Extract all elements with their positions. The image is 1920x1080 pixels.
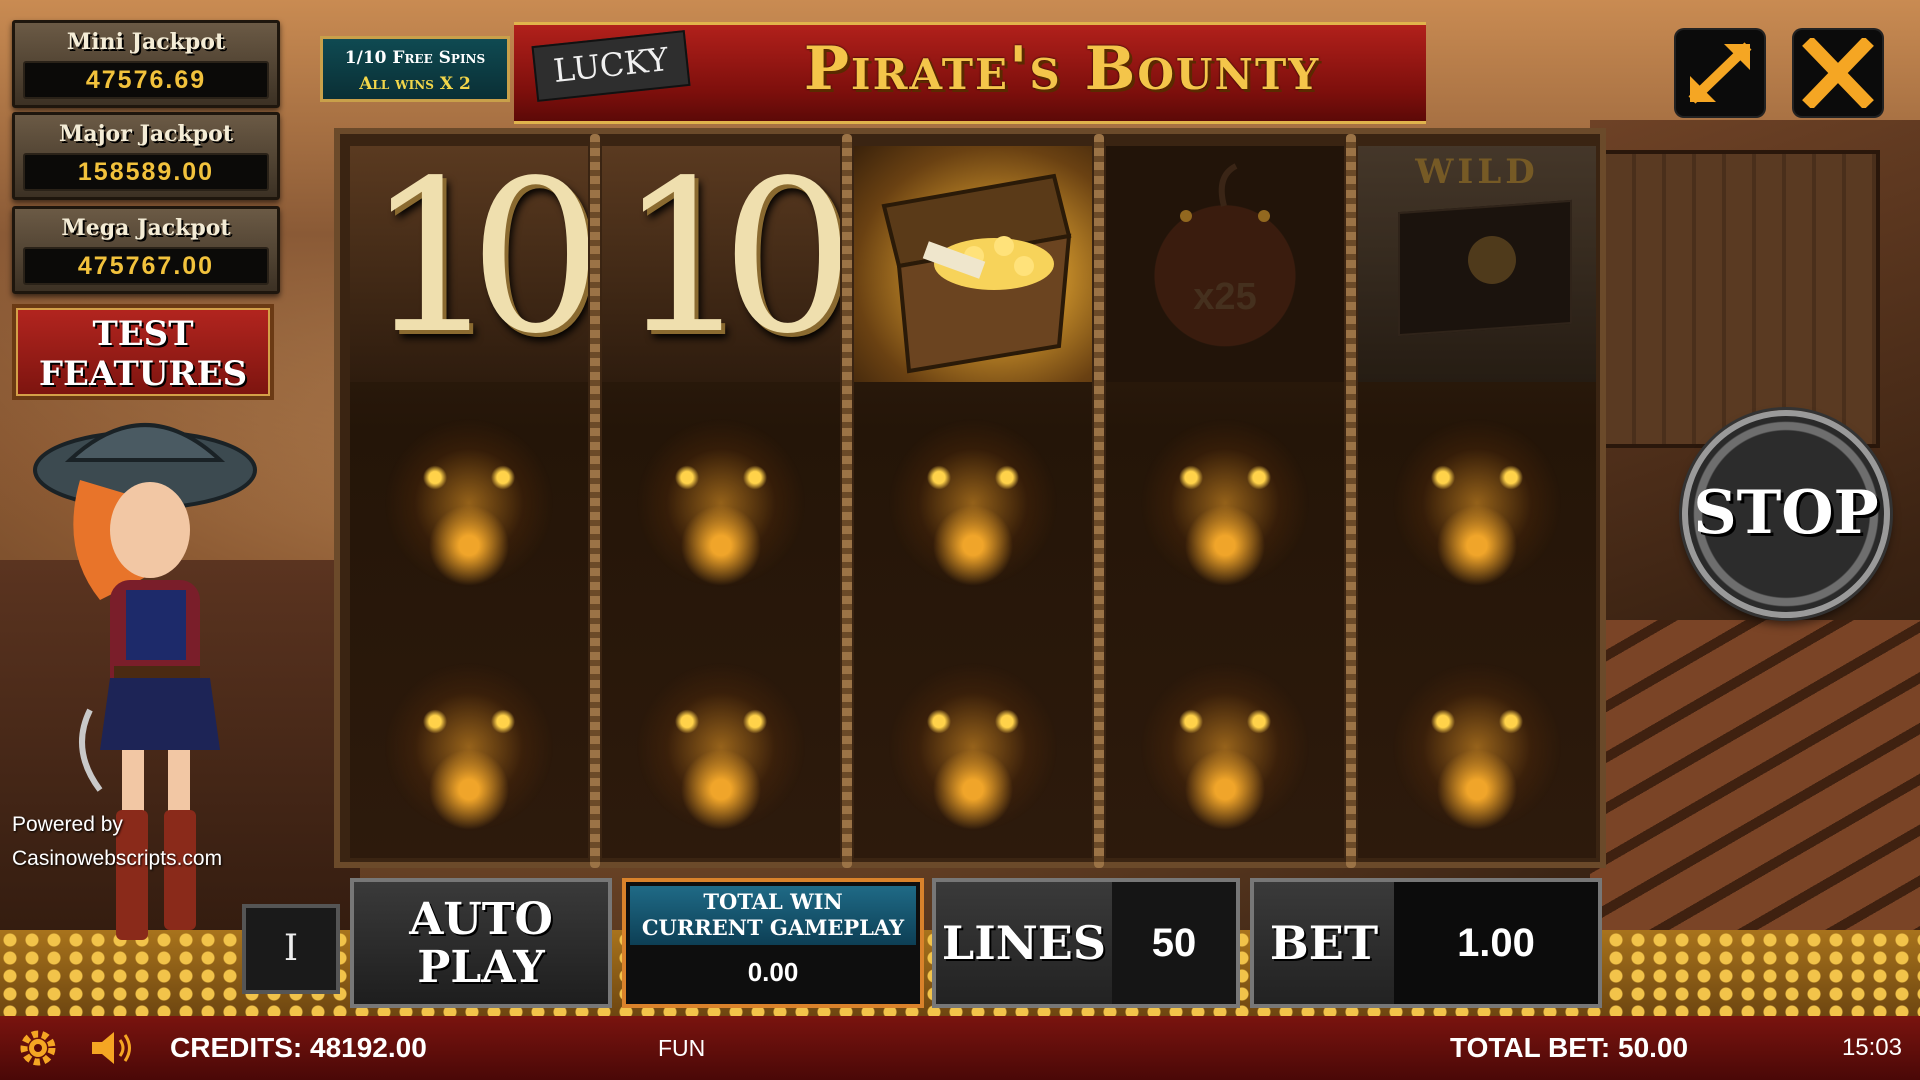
reel-2: 10 [602, 146, 840, 858]
status-bar: CREDITS: 48192.00 FUN TOTAL BET: 50.00 1… [0, 1016, 1920, 1080]
total-win-label: TOTAL WIN [703, 889, 843, 914]
close-icon [1802, 38, 1874, 108]
watermark-line-1: Powered by [12, 813, 123, 836]
reel-4-mid-cell [1106, 384, 1344, 620]
stop-label: STOP [1693, 478, 1879, 548]
game-title: Pirate's Bounty [803, 34, 1321, 104]
wild-symbol: WILD [1358, 146, 1596, 382]
autoplay-line-2: PLAY [417, 942, 545, 993]
mega-jackpot-label: Mega Jackpot [61, 215, 231, 241]
treasure-chest-symbol [854, 146, 1092, 382]
total-bet-label: TOTAL BET: [1450, 1032, 1611, 1063]
reel-1: 10 [350, 146, 588, 858]
lines-control[interactable]: LINES 50 [932, 878, 1240, 1008]
reel-3-bottom-cell [854, 622, 1092, 858]
rope-divider [1346, 134, 1356, 868]
fire-sparks [636, 418, 806, 588]
fire-sparks [1140, 418, 1310, 588]
fire-sparks [1392, 418, 1562, 588]
credits-display: CREDITS: 48192.00 [170, 1016, 427, 1080]
major-jackpot-value: 158589.00 [23, 153, 269, 191]
spin-counter: I [242, 904, 340, 994]
close-button[interactable] [1794, 30, 1882, 116]
treasure-chest-icon [881, 173, 1072, 374]
reel-5: WILD [1358, 146, 1596, 858]
reel-2-bottom-cell [602, 622, 840, 858]
lines-value: 50 [1151, 921, 1197, 965]
reel-5-bottom-cell [1358, 622, 1596, 858]
test-features-button[interactable]: TEST FEATURES [12, 304, 274, 400]
rope-divider [1094, 134, 1104, 868]
powered-by-watermark: Powered by Casinowebscripts.com [12, 808, 262, 876]
fire-sparks [888, 418, 1058, 588]
total-win-panel: TOTAL WIN CURRENT GAMEPLAY 0.00 [622, 878, 924, 1008]
bet-control[interactable]: BET 1.00 [1250, 878, 1602, 1008]
autoplay-button[interactable]: AUTO PLAY [350, 878, 612, 1008]
reel-3 [854, 146, 1092, 858]
reel-3-mid-cell [854, 384, 1092, 620]
reel-1-bottom-cell [350, 622, 588, 858]
mega-jackpot-panel: Mega Jackpot 475767.00 [12, 206, 280, 294]
pirate-girl-character [33, 423, 257, 940]
bomb-symbol: x25 [1106, 146, 1344, 382]
background-stairs [1590, 620, 1920, 980]
fire-sparks [1392, 662, 1562, 832]
reel-4-bottom-cell [1106, 622, 1344, 858]
ten-symbol-text: 10 [617, 146, 840, 380]
reel-2-top-cell: 10 [602, 146, 840, 382]
reel-4: x25 [1106, 146, 1344, 858]
mini-jackpot-label: Mini Jackpot [66, 29, 226, 55]
mega-jackpot-value: 475767.00 [23, 247, 269, 285]
fire-sparks [384, 418, 554, 588]
major-jackpot-label: Major Jackpot [58, 121, 233, 147]
ten-symbol-text: 10 [365, 146, 588, 380]
speaker-icon[interactable] [88, 1028, 138, 1068]
bet-label: BET [1254, 882, 1394, 1004]
background-cabin [1602, 150, 1880, 448]
mini-jackpot-value: 47576.69 [23, 61, 269, 99]
reel-5-mid-cell [1358, 384, 1596, 620]
fire-sparks [636, 662, 806, 832]
fire-sparks [384, 662, 554, 832]
credits-value: 48192.00 [310, 1032, 427, 1063]
clock: 15:03 [1841, 1034, 1902, 1061]
gear-icon[interactable] [16, 1028, 60, 1068]
autoplay-line-1: AUTO [409, 894, 553, 945]
free-spins-indicator: 1/10 Free Spins All wins X 2 [320, 36, 510, 102]
game-mode: FUN [658, 1035, 706, 1061]
lines-label: LINES [936, 882, 1112, 1004]
expand-icon [1688, 42, 1752, 104]
credits-label: CREDITS: [170, 1032, 303, 1063]
dim-overlay [1106, 146, 1344, 382]
reel-2-mid-cell [602, 384, 840, 620]
total-bet-value: 50.00 [1618, 1032, 1689, 1063]
bet-value: 1.00 [1457, 921, 1535, 965]
free-spins-multiplier: All wins X 2 [359, 74, 471, 94]
rope-divider [842, 134, 852, 868]
total-win-value: 0.00 [747, 957, 799, 987]
fire-sparks [1140, 662, 1310, 832]
dim-overlay [1358, 146, 1596, 382]
total-bet-display: TOTAL BET: 50.00 [1450, 1016, 1688, 1080]
fullscreen-button[interactable] [1676, 30, 1764, 116]
ten-symbol: 10 [602, 146, 840, 382]
total-win-header: TOTAL WIN CURRENT GAMEPLAY [630, 886, 916, 945]
watermark-line-2: Casinowebscripts.com [12, 847, 223, 870]
mini-jackpot-panel: Mini Jackpot 47576.69 [12, 20, 280, 108]
ten-symbol: 10 [350, 146, 588, 382]
stop-button[interactable]: STOP [1682, 410, 1890, 618]
reel-1-top-cell: 10 [350, 146, 588, 382]
fire-sparks [888, 662, 1058, 832]
major-jackpot-panel: Major Jackpot 158589.00 [12, 112, 280, 200]
free-spins-count: 1/10 Free Spins [344, 48, 486, 68]
current-gameplay-label: CURRENT GAMEPLAY [641, 915, 905, 940]
reel-1-mid-cell [350, 384, 588, 620]
rope-divider [590, 134, 600, 868]
